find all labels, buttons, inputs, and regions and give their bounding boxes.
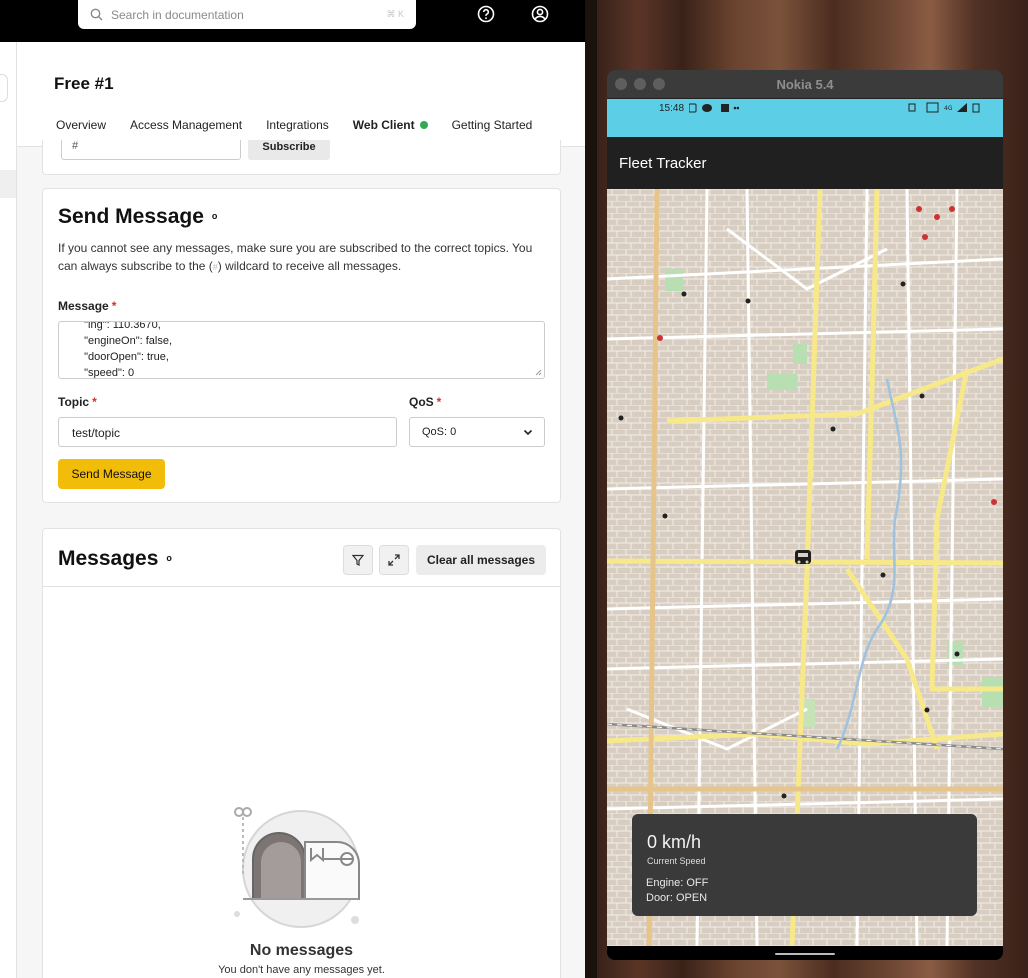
emulator-window: Nokia 5.4 15:48 4G Fleet Tracker 0 km/h … — [607, 70, 1003, 960]
current-speed-caption: Current Speed — [647, 856, 706, 866]
map-view[interactable]: 0 km/h Current Speed Engine: OFF Door: O… — [607, 189, 1003, 946]
send-message-heading: Send Message — [58, 205, 204, 228]
label-text: Topic — [58, 395, 90, 409]
messages-card: Messages o Clear all messages No messages… — [42, 528, 561, 978]
messages-header: Messages o Clear all messages — [43, 529, 560, 587]
info-icon[interactable]: o — [212, 211, 218, 221]
search-icon — [90, 8, 103, 21]
messages-heading: Messages — [58, 547, 159, 570]
subscribe-button[interactable]: Subscribe — [248, 140, 330, 160]
required-mark: * — [436, 395, 442, 409]
emulator-title: Nokia 5.4 — [776, 77, 834, 92]
description-text: ) wildcard to receive all messages. — [217, 259, 402, 273]
vehicle-marker-icon — [795, 550, 811, 564]
qos-select[interactable]: QoS: 0 — [409, 417, 545, 447]
tab-label: Overview — [56, 118, 107, 132]
engine-status: Engine: OFF — [646, 877, 709, 889]
window-divider — [585, 0, 597, 978]
required-mark: * — [111, 299, 117, 313]
empty-state-title: No messages — [249, 942, 354, 959]
current-speed-value: 0 km/h — [647, 832, 702, 852]
home-gesture-bar[interactable] — [775, 953, 835, 955]
system-status-icons: 4G — [908, 102, 980, 113]
notification-icons — [689, 103, 739, 113]
label-text: QoS — [409, 395, 434, 409]
topic-input[interactable]: test/topic — [58, 417, 397, 447]
resize-handle-icon[interactable] — [535, 369, 542, 376]
search-shortcut: ⌘ K — [386, 9, 404, 19]
filter-button[interactable] — [343, 545, 373, 575]
tab-label: Getting Started — [451, 118, 533, 132]
required-mark: * — [92, 395, 97, 409]
page-title: Free #1 — [54, 74, 114, 93]
help-circle-icon[interactable] — [476, 4, 496, 24]
messages-title: Messages o — [58, 547, 172, 571]
clear-all-messages-button[interactable]: Clear all messages — [416, 545, 546, 575]
vehicle-status-card: 0 km/h Current Speed Engine: OFF Door: O… — [632, 814, 977, 916]
filter-icon — [352, 554, 364, 566]
android-status-bar: 15:48 4G — [607, 99, 1003, 137]
tab-label: Integrations — [266, 118, 329, 132]
message-text: "lng": 110.3670, "engineOn": false, "doo… — [84, 321, 173, 379]
chevron-down-icon — [523, 429, 533, 436]
send-message-description: If you cannot see any messages, make sur… — [58, 239, 548, 276]
topic-label: Topic * — [58, 395, 97, 409]
qos-label: QoS * — [409, 395, 441, 409]
message-textarea[interactable]: "lng": 110.3670, "engineOn": false, "doo… — [58, 321, 545, 379]
expand-icon — [388, 554, 400, 566]
online-status-dot — [419, 121, 428, 129]
send-message-title: Send Message o — [58, 205, 217, 229]
send-message-button[interactable]: Send Message — [58, 459, 165, 489]
message-label: Message * — [58, 299, 116, 313]
top-bar: Search in documentation ⌘ K — [0, 0, 585, 42]
empty-state-subtitle: You don't have any messages yet. — [218, 964, 385, 976]
search-input[interactable]: Search in documentation ⌘ K — [78, 0, 416, 29]
subscribe-card: # Subscribe — [42, 140, 561, 175]
app-title: Fleet Tracker — [619, 155, 707, 172]
tab-label: Access Management — [130, 118, 243, 132]
android-nav-bar — [607, 946, 1003, 960]
info-icon[interactable]: o — [166, 553, 172, 563]
search-placeholder: Search in documentation — [111, 7, 244, 22]
app-bar: Fleet Tracker — [607, 137, 1003, 189]
web-console: Search in documentation ⌘ K Free #1 Over… — [0, 0, 585, 978]
page-header: Free #1 Overview Access Management Integ… — [17, 42, 585, 147]
sidebar-active-item[interactable] — [0, 170, 16, 198]
label-text: Message — [58, 299, 109, 313]
emulator-titlebar[interactable]: Nokia 5.4 — [607, 70, 1003, 99]
sidebar-toggle[interactable] — [0, 74, 8, 102]
qos-value: QoS: 0 — [422, 426, 457, 438]
subscribe-topic-input[interactable]: # — [61, 140, 241, 160]
tab-label: Web Client — [352, 118, 415, 132]
status-time: 15:48 — [659, 103, 685, 114]
user-circle-icon[interactable] — [530, 4, 550, 24]
left-sidebar-collapsed — [0, 42, 17, 978]
door-status: Door: OPEN — [646, 892, 708, 904]
svg-text:4G: 4G — [944, 105, 953, 112]
send-message-card: Send Message o If you cannot see any mess… — [42, 188, 561, 503]
empty-mailbox-illustration — [234, 807, 360, 928]
expand-button[interactable] — [379, 545, 409, 575]
